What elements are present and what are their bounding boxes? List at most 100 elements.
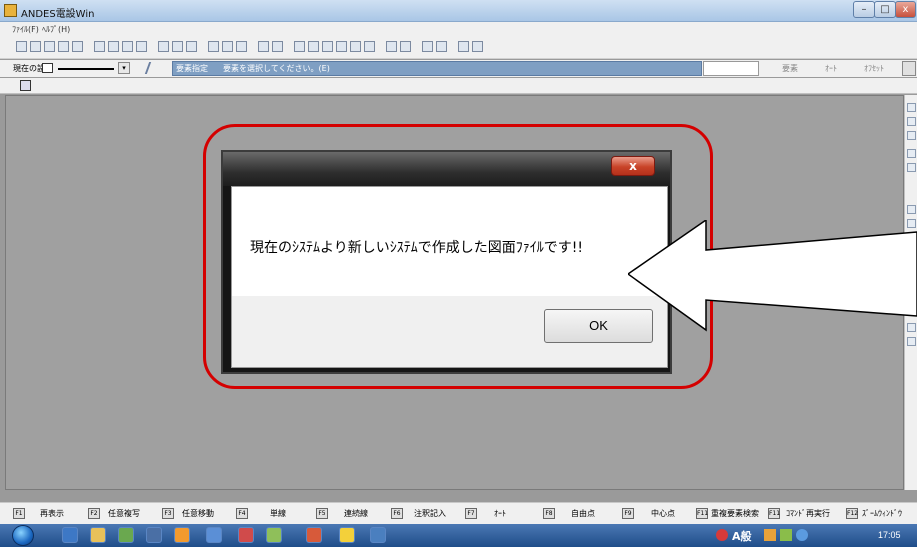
snap-icon[interactable] [907,205,916,214]
settings-button[interactable] [902,61,916,76]
command-input[interactable] [703,61,759,76]
start-button[interactable] [12,525,34,546]
fkey-1-label[interactable]: 再表示 [40,508,64,519]
breaker-icon[interactable] [336,41,347,52]
view-icon[interactable] [907,131,916,140]
auto-label: ｵｰﾄ [825,64,837,73]
minimize-button[interactable]: – [853,1,875,18]
fkey-11[interactable]: F11 [768,508,780,519]
redo-icon[interactable] [472,41,483,52]
preview-icon[interactable] [400,41,411,52]
toolbar [0,36,917,59]
maximize-button[interactable]: □ [874,1,896,18]
check-icon[interactable] [272,41,283,52]
mode-message: 要素を選択してください。(E) [223,64,330,73]
list-icon[interactable] [222,41,233,52]
cable-icon[interactable] [172,41,183,52]
app-icon[interactable] [339,527,355,543]
dialog-body: 現在のｼｽﾃﾑより新しいｼｽﾃﾑで作成した図面ﾌｧｲﾙです!! [231,186,668,296]
view-icon[interactable] [907,163,916,172]
light-icon[interactable] [322,41,333,52]
app-icon [4,4,17,17]
fkey-10[interactable]: F11 [696,508,708,519]
help-icon[interactable] [796,529,808,541]
fkey-6-label[interactable]: 注釈記入 [414,508,446,519]
fkey-8[interactable]: F8 [543,508,555,519]
fkey-5[interactable]: F5 [316,508,328,519]
mode-status-bar: 要素指定 要素を選択してください。(E) [172,61,702,76]
message-dialog: x 現在のｼｽﾃﾑより新しいｼｽﾃﾑで作成した図面ﾌｧｲﾙです!! OK [221,150,672,374]
fkey-7-label[interactable]: ｵｰﾄ [494,508,506,519]
calc-icon[interactable] [258,41,269,52]
select-icon[interactable] [44,41,55,52]
grid-icon[interactable] [136,41,147,52]
dialog-message: 現在のｼｽﾃﾑより新しいｼｽﾃﾑで作成した図面ﾌｧｲﾙです!! [250,240,583,256]
fkey-7[interactable]: F7 [465,508,477,519]
app-icon[interactable] [146,527,162,543]
fkey-6[interactable]: F6 [391,508,403,519]
copy-icon[interactable] [422,41,433,52]
tray-icon[interactable] [716,529,728,541]
arrange-icon[interactable] [20,80,31,91]
panel-icon[interactable] [122,41,133,52]
outlet-icon[interactable] [294,41,305,52]
app-icon[interactable] [370,527,386,543]
ie-icon[interactable] [62,527,78,543]
switch-icon[interactable] [308,41,319,52]
app-icon[interactable] [266,527,282,543]
dialog-close-button[interactable]: x [611,156,655,176]
zoom-icon[interactable] [16,41,27,52]
view-icon[interactable] [907,117,916,126]
conduit-icon[interactable] [186,41,197,52]
pen-icon[interactable] [144,62,160,74]
app-icon[interactable] [206,527,222,543]
line-style-dropdown[interactable]: ▾ [118,62,130,74]
icon-strip [0,78,917,94]
fkey-12[interactable]: F12 [846,508,858,519]
rect-icon[interactable] [58,41,69,52]
layer-icon[interactable] [236,41,247,52]
app-icon[interactable] [306,527,322,543]
app-icon[interactable] [118,527,134,543]
pointer-arrow-icon [628,220,917,332]
fkey-5-label[interactable]: 連続線 [344,508,368,519]
view-icon[interactable] [907,149,916,158]
fkey-3-label[interactable]: 任意移動 [182,508,214,519]
fkey-1[interactable]: F1 [13,508,25,519]
pan-icon[interactable] [30,41,41,52]
fkey-8-label[interactable]: 自由点 [571,508,595,519]
menu-file[interactable]: ﾌｧｲﾙ(F) [12,24,39,35]
dialog-title-bar: x [223,152,670,186]
fkey-12-label[interactable]: ｽﾞｰﾑｳｨﾝﾄﾞｳ [862,508,902,519]
offset-label: ｵﾌｾｯﾄ [864,64,884,73]
symbol-icon[interactable] [94,41,105,52]
wire-icon[interactable] [158,41,169,52]
menu-help[interactable]: ﾍﾙﾌﾟ(H) [42,24,70,35]
device-icon[interactable] [108,41,119,52]
print-icon[interactable] [386,41,397,52]
fkey-10-label[interactable]: 重複要素検索 [711,508,759,519]
tray-icon[interactable] [780,529,792,541]
tray-icon[interactable] [764,529,776,541]
fkey-2[interactable]: F2 [88,508,100,519]
fkey-9-label[interactable]: 中心点 [651,508,675,519]
paste-icon[interactable] [436,41,447,52]
ime-indicator[interactable]: A般 [732,528,752,544]
fkey-4-label[interactable]: 単線 [270,508,286,519]
setting-color-box[interactable] [42,63,53,73]
arc-icon[interactable] [72,41,83,52]
fkey-11-label[interactable]: ｺﾏﾝﾄﾞ再実行 [786,508,830,519]
table-icon[interactable] [208,41,219,52]
media-icon[interactable] [174,527,190,543]
view-icon[interactable] [907,103,916,112]
folder-icon[interactable] [90,527,106,543]
undo-icon[interactable] [458,41,469,52]
app-icon[interactable] [238,527,254,543]
fkey-3[interactable]: F3 [162,508,174,519]
fkey-2-label[interactable]: 任意複写 [108,508,140,519]
fkey-4[interactable]: F4 [236,508,248,519]
terminal-icon[interactable] [350,41,361,52]
close-button[interactable]: x [895,1,916,18]
meter-icon[interactable] [364,41,375,52]
fkey-9[interactable]: F9 [622,508,634,519]
